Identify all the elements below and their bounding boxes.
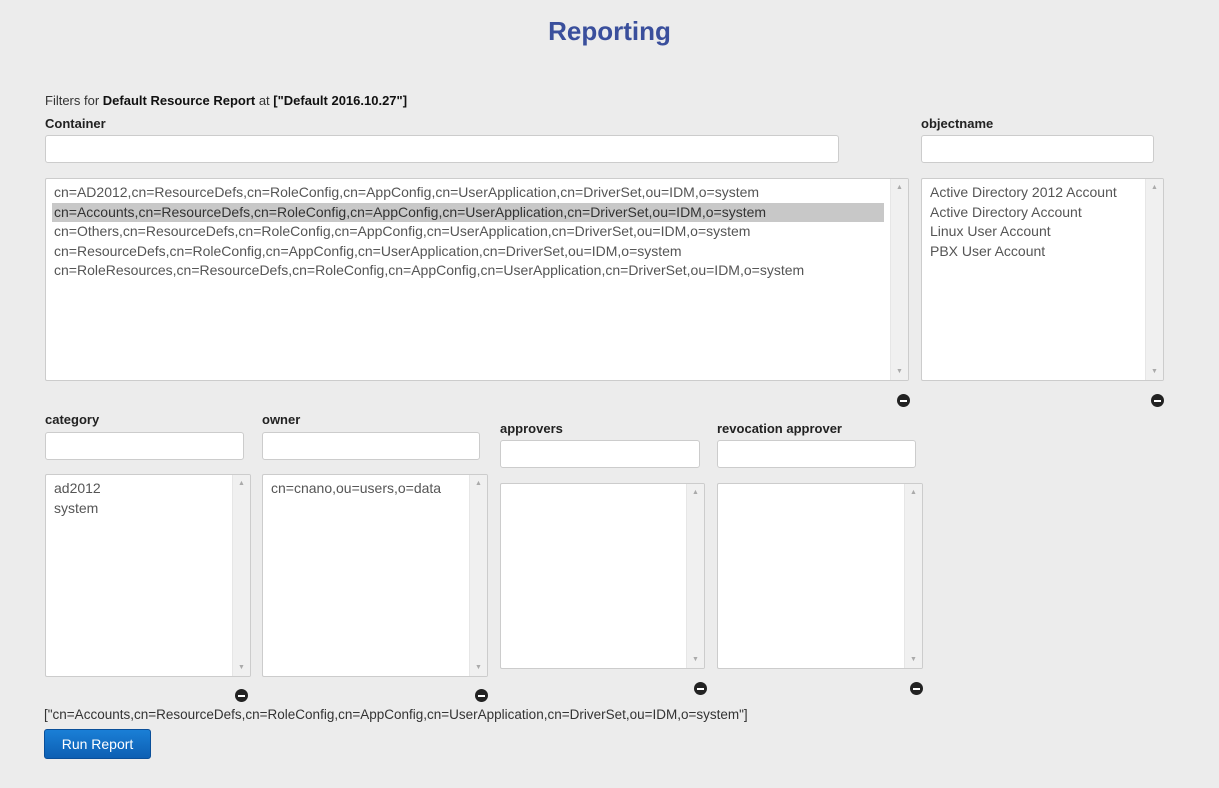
list-item[interactable]: cn=AD2012,cn=ResourceDefs,cn=RoleConfig,… — [52, 183, 884, 203]
arrow-up-icon[interactable]: ▲ — [470, 480, 487, 487]
minus-circle-icon[interactable] — [897, 394, 910, 407]
objectname-options: Active Directory 2012 Account Active Dire… — [922, 179, 1145, 380]
list-item[interactable]: cn=Accounts,cn=ResourceDefs,cn=RoleConfi… — [52, 202, 884, 222]
arrow-up-icon[interactable]: ▲ — [905, 489, 922, 496]
minus-circle-icon[interactable] — [475, 689, 488, 702]
container-label: Container — [45, 116, 106, 131]
run-report-button[interactable]: Run Report — [44, 729, 151, 759]
minus-circle-icon[interactable] — [1151, 394, 1164, 407]
objectname-listbox[interactable]: Active Directory 2012 Account Active Dire… — [921, 178, 1164, 381]
approvers-label: approvers — [500, 421, 563, 436]
filters-caption: Filters for Default Resource Report at [… — [45, 93, 407, 108]
revocation-approver-options — [718, 484, 904, 668]
arrow-down-icon[interactable]: ▼ — [1146, 368, 1163, 375]
arrow-down-icon[interactable]: ▼ — [233, 664, 250, 671]
container-listbox[interactable]: cn=AD2012,cn=ResourceDefs,cn=RoleConfig,… — [45, 178, 909, 381]
list-item[interactable]: cn=ResourceDefs,cn=RoleConfig,cn=AppConf… — [52, 242, 884, 262]
list-item[interactable]: ad2012 — [52, 479, 226, 499]
minus-circle-icon[interactable] — [235, 689, 248, 702]
revocation-approver-scrollbar[interactable]: ▲ ▼ — [904, 484, 922, 668]
container-options: cn=AD2012,cn=ResourceDefs,cn=RoleConfig,… — [46, 179, 890, 380]
category-filter-input[interactable] — [45, 432, 244, 460]
list-item[interactable]: Active Directory 2012 Account — [928, 183, 1139, 203]
minus-circle-icon[interactable] — [910, 682, 923, 695]
report-name: Default Resource Report — [102, 93, 256, 108]
selected-container-value: ["cn=Accounts,cn=ResourceDefs,cn=RoleCon… — [44, 707, 748, 722]
list-item[interactable]: Active Directory Account — [928, 203, 1139, 223]
approvers-filter-input[interactable] — [500, 440, 700, 468]
objectname-label: objectname — [921, 116, 994, 131]
owner-filter-input[interactable] — [262, 432, 480, 460]
owner-scrollbar[interactable]: ▲ ▼ — [469, 475, 487, 676]
owner-options: cn=cnano,ou=users,o=data — [263, 475, 469, 676]
objectname-scrollbar[interactable]: ▲ ▼ — [1145, 179, 1163, 380]
arrow-down-icon[interactable]: ▼ — [891, 368, 908, 375]
arrow-up-icon[interactable]: ▲ — [891, 184, 908, 191]
config-name: ["Default 2016.10.27"] — [273, 93, 408, 108]
list-item[interactable]: cn=cnano,ou=users,o=data — [269, 479, 463, 499]
list-item[interactable]: cn=RoleResources,cn=ResourceDefs,cn=Role… — [52, 261, 884, 281]
arrow-up-icon[interactable]: ▲ — [687, 489, 704, 496]
arrow-down-icon[interactable]: ▼ — [905, 656, 922, 663]
arrow-up-icon[interactable]: ▲ — [233, 480, 250, 487]
container-scrollbar[interactable]: ▲ ▼ — [890, 179, 908, 380]
approvers-listbox[interactable]: ▲ ▼ — [500, 483, 705, 669]
arrow-down-icon[interactable]: ▼ — [470, 664, 487, 671]
list-item[interactable]: cn=Others,cn=ResourceDefs,cn=RoleConfig,… — [52, 222, 884, 242]
category-label: category — [45, 412, 100, 427]
category-scrollbar[interactable]: ▲ ▼ — [232, 475, 250, 676]
owner-label: owner — [262, 412, 301, 427]
arrow-up-icon[interactable]: ▲ — [1146, 184, 1163, 191]
approvers-scrollbar[interactable]: ▲ ▼ — [686, 484, 704, 668]
container-filter-input[interactable] — [45, 135, 839, 163]
owner-listbox[interactable]: cn=cnano,ou=users,o=data ▲ ▼ — [262, 474, 488, 677]
revocation-approver-filter-input[interactable] — [717, 440, 916, 468]
filters-middle: at — [255, 93, 274, 108]
objectname-filter-input[interactable] — [921, 135, 1154, 163]
revocation-approver-label: revocation approver — [717, 421, 842, 436]
approvers-options — [501, 484, 686, 668]
list-item[interactable]: Linux User Account — [928, 222, 1139, 242]
list-item[interactable]: PBX User Account — [928, 242, 1139, 262]
filters-prefix: Filters for — [45, 93, 103, 108]
arrow-down-icon[interactable]: ▼ — [687, 656, 704, 663]
list-item[interactable]: system — [52, 499, 226, 519]
page-title: Reporting — [548, 16, 671, 46]
revocation-approver-listbox[interactable]: ▲ ▼ — [717, 483, 923, 669]
category-options: ad2012 system — [46, 475, 232, 676]
category-listbox[interactable]: ad2012 system ▲ ▼ — [45, 474, 251, 677]
minus-circle-icon[interactable] — [694, 682, 707, 695]
